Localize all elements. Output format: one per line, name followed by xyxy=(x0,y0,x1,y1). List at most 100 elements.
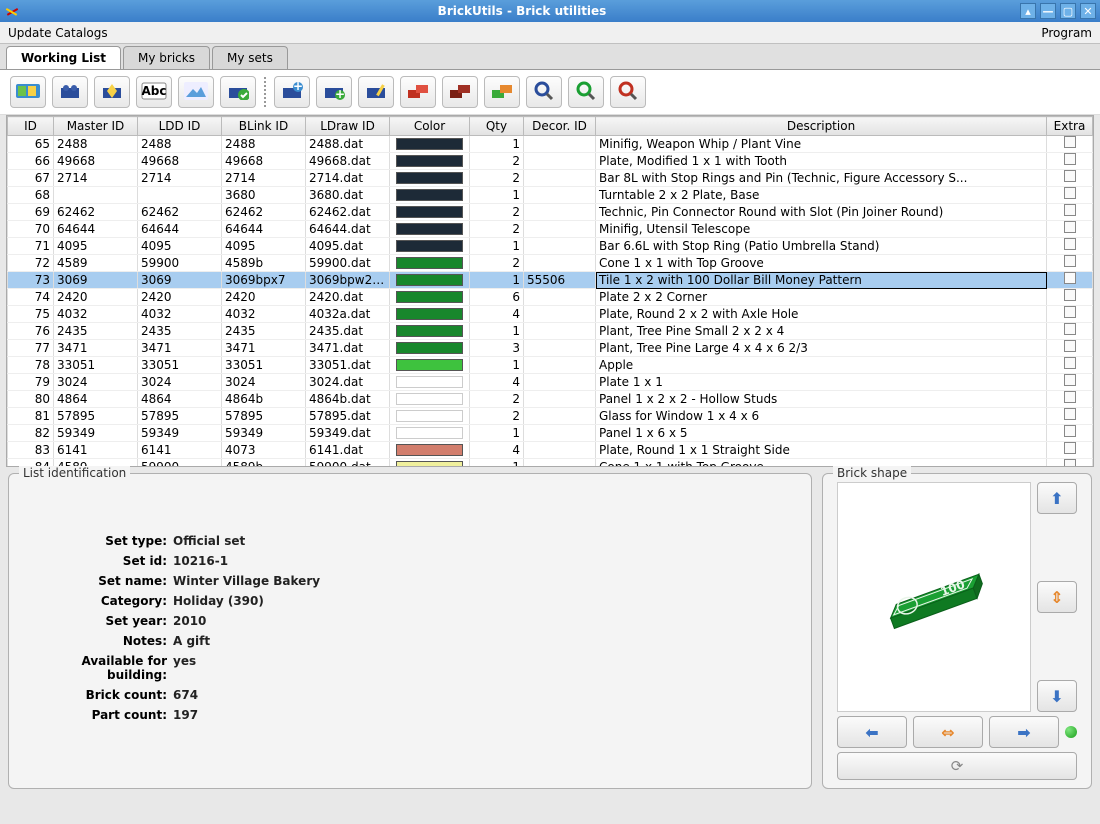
extra-checkbox[interactable] xyxy=(1064,459,1076,467)
extra-checkbox[interactable] xyxy=(1064,272,1076,284)
table-row[interactable]: 672714271427142714.dat2Bar 8L with Stop … xyxy=(8,170,1093,187)
extra-checkbox[interactable] xyxy=(1064,136,1076,148)
extra-checkbox[interactable] xyxy=(1064,357,1076,369)
cell: 1 xyxy=(470,272,524,289)
cell: 3024.dat xyxy=(306,374,390,391)
menu-update-catalogs[interactable]: Update Catalogs xyxy=(8,26,108,40)
parts-table-container[interactable]: IDMaster IDLDD IDBLink IDLDraw IDColorQt… xyxy=(6,115,1094,467)
svg-text:Abc: Abc xyxy=(142,84,167,98)
brick-plus-button[interactable]: + xyxy=(316,76,352,108)
check-green-button[interactable] xyxy=(220,76,256,108)
table-row[interactable]: 7064644646446464464644.dat2Minifig, Uten… xyxy=(8,221,1093,238)
rotate-up-button[interactable]: ⬆ xyxy=(1037,482,1077,514)
table-row[interactable]: 793024302430243024.dat4Plate 1 x 1 xyxy=(8,374,1093,391)
extra-checkbox[interactable] xyxy=(1064,442,1076,454)
cell: 49668 xyxy=(138,153,222,170)
extra-checkbox[interactable] xyxy=(1064,255,1076,267)
cell: 3069bpw2.... xyxy=(306,272,390,289)
table-row[interactable]: 714095409540954095.dat1Bar 6.6L with Sto… xyxy=(8,238,1093,255)
extra-checkbox[interactable] xyxy=(1064,221,1076,233)
table-row[interactable]: 836141614140736141.dat4Plate, Round 1 x … xyxy=(8,442,1093,459)
catalog-button[interactable] xyxy=(10,76,46,108)
magnify-red-button[interactable] xyxy=(610,76,646,108)
column-header[interactable]: Master ID xyxy=(54,117,138,136)
abc-button[interactable]: Abc xyxy=(136,76,172,108)
cell: 2435 xyxy=(138,323,222,340)
rotate-vertical-button[interactable]: ⇕ xyxy=(1037,581,1077,613)
extra-checkbox[interactable] xyxy=(1064,408,1076,420)
red-bricks-icon xyxy=(407,82,429,103)
extra-cell xyxy=(1047,323,1093,340)
table-row[interactable]: 80486448644864b4864b.dat2Panel 1 x 2 x 2… xyxy=(8,391,1093,408)
column-header[interactable]: Description xyxy=(596,117,1047,136)
rotate-left-button[interactable]: ⬅ xyxy=(837,716,907,748)
column-header[interactable]: LDraw ID xyxy=(306,117,390,136)
magnify-blue-button[interactable] xyxy=(526,76,562,108)
minimize-icon[interactable]: — xyxy=(1040,3,1056,19)
extra-checkbox[interactable] xyxy=(1064,289,1076,301)
table-row[interactable]: 6649668496684966849668.dat2Plate, Modifi… xyxy=(8,153,1093,170)
tab-my-bricks[interactable]: My bricks xyxy=(123,46,210,69)
minimize-step-icon[interactable]: ▴ xyxy=(1020,3,1036,19)
description-cell: Panel 1 x 2 x 2 - Hollow Studs xyxy=(596,391,1047,408)
picture-button[interactable] xyxy=(178,76,214,108)
rotate-horizontal-button[interactable]: ⇔ xyxy=(913,716,983,748)
dark-red-bricks-button[interactable] xyxy=(442,76,478,108)
rotate-down-button[interactable]: ⬇ xyxy=(1037,680,1077,712)
rotate-right-button[interactable]: ➡ xyxy=(989,716,1059,748)
table-row[interactable]: 8259349593495934959349.dat1Panel 1 x 6 x… xyxy=(8,425,1093,442)
column-header[interactable]: Qty xyxy=(470,117,524,136)
extra-checkbox[interactable] xyxy=(1064,391,1076,403)
extra-checkbox[interactable] xyxy=(1064,306,1076,318)
table-row[interactable]: 6836803680.dat1Turntable 2 x 2 Plate, Ba… xyxy=(8,187,1093,204)
table-row[interactable]: 73306930693069bpx73069bpw2....155506Tile… xyxy=(8,272,1093,289)
info-value: yes xyxy=(173,654,196,682)
info-row: Brick count:674 xyxy=(27,688,797,702)
column-header[interactable]: BLink ID xyxy=(222,117,306,136)
extra-checkbox[interactable] xyxy=(1064,374,1076,386)
table-row[interactable]: 6962462624626246262462.dat2Technic, Pin … xyxy=(8,204,1093,221)
column-header[interactable]: Decor. ID xyxy=(524,117,596,136)
table-row[interactable]: 844589599004589b59900.dat1Cone 1 x 1 wit… xyxy=(8,459,1093,468)
extra-checkbox[interactable] xyxy=(1064,187,1076,199)
maximize-icon[interactable]: ▢ xyxy=(1060,3,1076,19)
table-row[interactable]: 773471347134713471.dat3Plant, Tree Pine … xyxy=(8,340,1093,357)
column-header[interactable]: Color xyxy=(390,117,470,136)
brick-blue-button[interactable] xyxy=(52,76,88,108)
cell: 1 xyxy=(470,136,524,153)
table-row[interactable]: 742420242024202420.dat6Plate 2 x 2 Corne… xyxy=(8,289,1093,306)
column-header[interactable]: Extra xyxy=(1047,117,1093,136)
color-cell xyxy=(390,374,470,391)
column-header[interactable]: LDD ID xyxy=(138,117,222,136)
refresh-button[interactable]: ⟳ xyxy=(837,752,1077,780)
extra-checkbox[interactable] xyxy=(1064,425,1076,437)
tab-my-sets[interactable]: My sets xyxy=(212,46,288,69)
extra-checkbox[interactable] xyxy=(1064,238,1076,250)
table-row[interactable]: 8157895578955789557895.dat2Glass for Win… xyxy=(8,408,1093,425)
red-bricks-button[interactable] xyxy=(400,76,436,108)
extra-checkbox[interactable] xyxy=(1064,204,1076,216)
cell xyxy=(524,187,596,204)
description-cell: Cone 1 x 1 with Top Groove xyxy=(596,255,1047,272)
table-row[interactable]: 754032403240324032a.dat4Plate, Round 2 x… xyxy=(8,306,1093,323)
extra-checkbox[interactable] xyxy=(1064,340,1076,352)
extra-cell xyxy=(1047,187,1093,204)
table-row[interactable]: 762435243524352435.dat1Plant, Tree Pine … xyxy=(8,323,1093,340)
tab-working-list[interactable]: Working List xyxy=(6,46,121,69)
multicolor-bricks-button[interactable] xyxy=(484,76,520,108)
extra-checkbox[interactable] xyxy=(1064,153,1076,165)
cell: 76 xyxy=(8,323,54,340)
brick-add-button[interactable]: + xyxy=(274,76,310,108)
brick-diamond-button[interactable] xyxy=(94,76,130,108)
column-header[interactable]: ID xyxy=(8,117,54,136)
magnify-green-button[interactable] xyxy=(568,76,604,108)
close-icon[interactable]: ✕ xyxy=(1080,3,1096,19)
extra-checkbox[interactable] xyxy=(1064,323,1076,335)
table-row[interactable]: 652488248824882488.dat1Minifig, Weapon W… xyxy=(8,136,1093,153)
table-row[interactable]: 7833051330513305133051.dat1Apple xyxy=(8,357,1093,374)
table-row[interactable]: 724589599004589b59900.dat2Cone 1 x 1 wit… xyxy=(8,255,1093,272)
cell: 4095.dat xyxy=(306,238,390,255)
extra-checkbox[interactable] xyxy=(1064,170,1076,182)
menu-program[interactable]: Program xyxy=(1041,26,1092,40)
brick-edit-button[interactable] xyxy=(358,76,394,108)
